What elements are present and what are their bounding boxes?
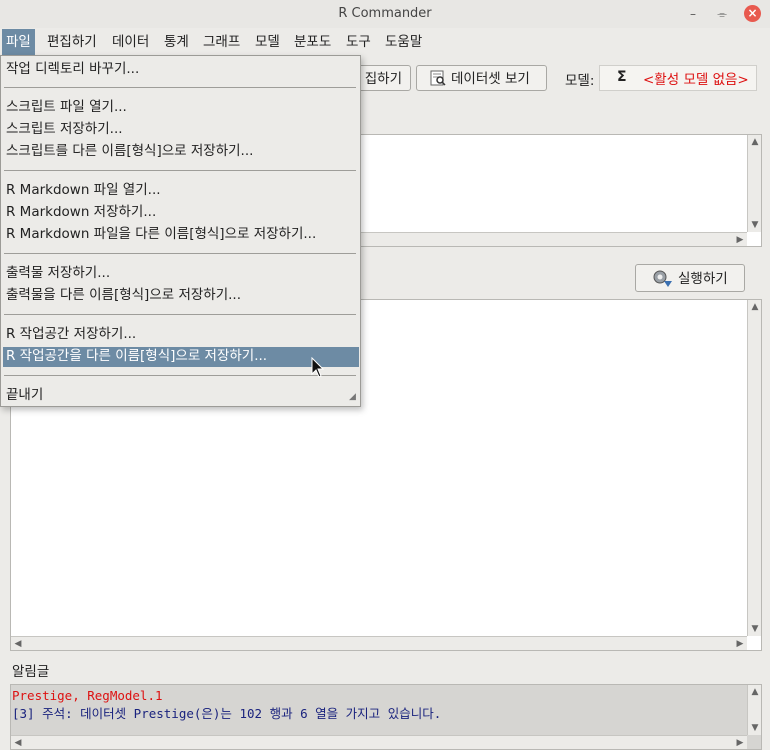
menu-item-open-script[interactable]: 스크립트 파일 열기... <box>6 97 127 117</box>
script-vscroll[interactable]: ▲ ▼ <box>747 135 761 232</box>
sigma-icon: Σ <box>617 69 627 85</box>
restore-icon[interactable]: ⌯ <box>713 5 731 23</box>
minimize-icon[interactable]: – <box>684 5 702 23</box>
scroll-down-icon[interactable]: ▼ <box>748 622 762 636</box>
scroll-up-icon[interactable]: ▲ <box>748 135 762 149</box>
scroll-down-icon[interactable]: ▼ <box>748 218 762 232</box>
menu-item-open-rmarkdown[interactable]: R Markdown 파일 열기... <box>6 180 161 200</box>
messages-hscroll[interactable]: ◀ ▶ <box>11 735 747 749</box>
active-model-value: <활성 모델 없음> <box>643 72 749 88</box>
window-title: R Commander <box>338 6 432 21</box>
menu-file[interactable]: 파일 <box>2 29 35 55</box>
messages-vscroll[interactable]: ▲ ▼ <box>747 685 761 735</box>
scroll-left-icon[interactable]: ◀ <box>11 736 25 750</box>
menu-separator <box>4 253 356 254</box>
dataset-view-icon <box>430 70 446 90</box>
scroll-up-icon[interactable]: ▲ <box>748 300 762 314</box>
menu-statistics[interactable]: 통계 <box>160 29 193 55</box>
menu-item-save-output-as[interactable]: 출력물을 다른 이름[형식]으로 저장하기... <box>6 285 241 305</box>
menu-edit[interactable]: 편집하기 <box>43 29 101 55</box>
close-icon[interactable]: × <box>744 5 761 22</box>
submit-label: 실행하기 <box>678 271 728 287</box>
menu-item-change-working-directory[interactable]: 작업 디렉토리 바꾸기... <box>6 59 139 79</box>
menu-separator <box>4 87 356 88</box>
menu-item-save-script-as[interactable]: 스크립트를 다른 이름[형식]으로 저장하기... <box>6 141 253 161</box>
scroll-up-icon[interactable]: ▲ <box>748 685 762 699</box>
view-dataset-label: 데이터셋 보기 <box>451 71 530 87</box>
menu-separator <box>4 170 356 171</box>
message-line: Prestige, RegModel.1 <box>12 688 163 703</box>
gear-run-icon <box>650 268 674 292</box>
scroll-right-icon[interactable]: ▶ <box>733 233 747 247</box>
message-line: [3] 주석: 데이터셋 Prestige(은)는 102 행과 6 열을 가지… <box>12 706 442 721</box>
menu-help[interactable]: 도움말 <box>381 29 426 55</box>
scroll-right-icon[interactable]: ▶ <box>733 637 747 651</box>
menu-item-exit[interactable]: 끝내기 <box>6 385 43 405</box>
menu-separator <box>4 314 356 315</box>
menu-item-save-workspace[interactable]: R 작업공간 저장하기... <box>6 324 136 344</box>
scroll-right-icon[interactable]: ▶ <box>733 736 747 750</box>
model-label: 모델: <box>565 73 595 89</box>
menu-data[interactable]: 데이터 <box>108 29 153 55</box>
menu-graphs[interactable]: 그래프 <box>199 29 244 55</box>
mouse-cursor-icon <box>311 356 325 383</box>
scroll-down-icon[interactable]: ▼ <box>748 721 762 735</box>
menu-tools[interactable]: 도구 <box>342 29 375 55</box>
menu-distributions[interactable]: 분포도 <box>290 29 335 55</box>
output-hscroll[interactable]: ◀ ▶ <box>11 636 747 650</box>
resize-grip-icon: ◢ <box>349 392 356 402</box>
menu-item-save-rmarkdown[interactable]: R Markdown 저장하기... <box>6 202 156 222</box>
menu-item-save-workspace-as[interactable]: R 작업공간을 다른 이름[형식]으로 저장하기... <box>6 346 267 366</box>
menu-separator <box>4 375 356 376</box>
menu-item-save-script[interactable]: 스크립트 저장하기... <box>6 119 123 139</box>
messages-label: 알림글 <box>12 664 50 680</box>
menu-item-save-output[interactable]: 출력물 저장하기... <box>6 263 110 283</box>
output-vscroll[interactable]: ▲ ▼ <box>747 300 761 636</box>
menu-item-save-rmarkdown-as[interactable]: R Markdown 파일을 다른 이름[형식]으로 저장하기... <box>6 224 316 244</box>
scroll-left-icon[interactable]: ◀ <box>11 637 25 651</box>
menu-models[interactable]: 모델 <box>251 29 284 55</box>
